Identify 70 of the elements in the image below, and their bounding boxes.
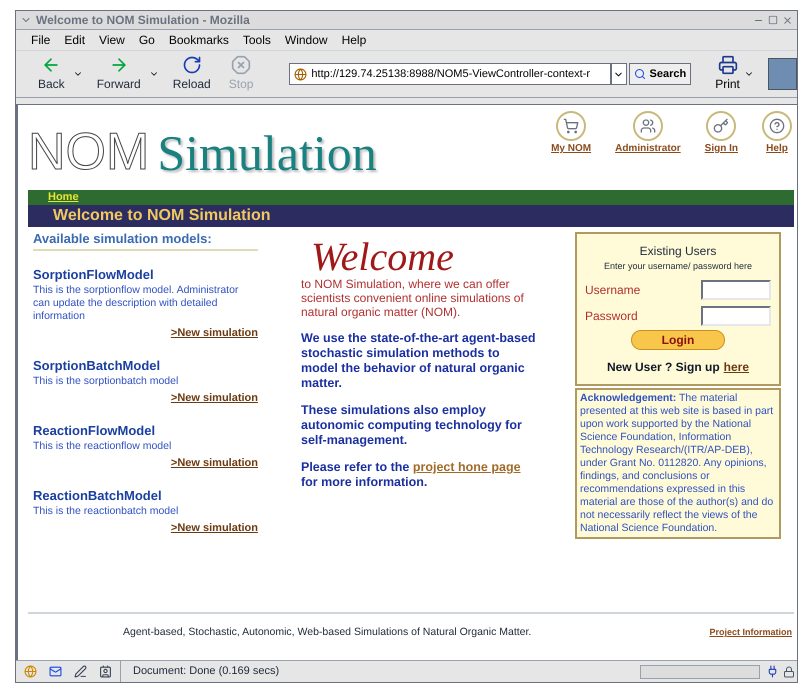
- search-button[interactable]: Search: [628, 63, 692, 85]
- menu-item[interactable]: Edit: [64, 31, 86, 49]
- address-field[interactable]: http://129.74.25138:8988/NOM5-ViewController-context-r: [289, 63, 611, 85]
- help-icon: [762, 111, 792, 141]
- login-title: Existing Users: [640, 243, 716, 260]
- project-information-link[interactable]: Project Information: [709, 626, 792, 640]
- new-simulation-link[interactable]: >New simulation: [170, 455, 258, 472]
- address-book-icon[interactable]: [99, 665, 112, 678]
- menu-item[interactable]: View: [99, 31, 125, 49]
- field-label: Password: [585, 308, 638, 324]
- connection-icon: [766, 665, 779, 678]
- logo-outline-text: NOM: [28, 126, 150, 178]
- maximize-icon[interactable]: [768, 15, 778, 25]
- info-paragraph: We use the state-of-the-art agent-based stochastic simulation methods to model the behavior of natural organic matter.: [301, 331, 537, 391]
- nav-link[interactable]: Help: [762, 111, 792, 156]
- toolbar-button[interactable]: Reload: [168, 55, 215, 93]
- lock-icon: [783, 666, 795, 678]
- menu-item[interactable]: Window: [284, 31, 328, 49]
- field-label: Username: [585, 282, 640, 298]
- nav-link[interactable]: My NOM: [551, 111, 592, 156]
- toolbar-button[interactable]: Back: [34, 55, 69, 93]
- footer-tagline: Agent-based, Stochastic, Autonomic, Web-based Simulations of Natural Organic Matter.: [123, 625, 532, 640]
- close-icon[interactable]: [782, 14, 793, 26]
- window-title: Welcome to NOM Simulation - Mozilla: [36, 12, 250, 29]
- nav-link[interactable]: Sign In: [704, 111, 738, 156]
- page-icon: [294, 68, 308, 80]
- home-link[interactable]: Home: [48, 189, 79, 206]
- composer-icon[interactable]: [74, 665, 87, 678]
- cart-icon: [556, 111, 586, 141]
- input-field[interactable]: [701, 306, 771, 326]
- model-description: This is the sorptionbatch model: [33, 375, 180, 388]
- new-simulation-link[interactable]: >New simulation: [170, 325, 258, 342]
- model-name: ReactionFlowModel: [33, 422, 156, 440]
- nav-link[interactable]: Administrator: [615, 111, 681, 156]
- project-home-link[interactable]: project hone page: [412, 460, 521, 474]
- status-text: Document: Done (0.169 secs): [132, 664, 280, 680]
- model-description: This is the reactionbatch model: [33, 505, 180, 518]
- menu-item[interactable]: Bookmarks: [168, 31, 229, 49]
- model-name: SorptionFlowModel: [33, 266, 155, 284]
- mail-icon[interactable]: [49, 665, 62, 678]
- intro-text: to NOM Simulation, where we can offer scientists convenient online simulations of natural organic matter (NOM).: [301, 277, 525, 319]
- welcome-heading: Welcome: [310, 237, 455, 277]
- model-name: ReactionBatchModel: [33, 486, 163, 504]
- print-button[interactable]: Print: [715, 55, 740, 93]
- search-icon: [634, 68, 646, 80]
- model-name: SorptionBatchModel: [33, 356, 162, 375]
- signup-text: New User ? Sign up: [606, 358, 720, 376]
- login-button[interactable]: Login: [631, 330, 725, 350]
- new-simulation-link[interactable]: >New simulation: [170, 390, 258, 406]
- menu-item[interactable]: File: [31, 31, 50, 49]
- info-paragraph: These simulations also employ autonomic computing technology for self-management.: [301, 403, 523, 448]
- menu-item[interactable]: Go: [138, 31, 155, 49]
- toolbar-button[interactable]: Forward: [92, 55, 145, 93]
- input-field[interactable]: [701, 280, 771, 300]
- logo-title: Simulation: [157, 128, 377, 178]
- signup-link[interactable]: here: [724, 358, 750, 376]
- section-heading: Available simulation models:: [33, 229, 258, 250]
- printer-icon: [718, 55, 738, 75]
- people-icon: [632, 111, 663, 141]
- acknowledgement-text: Acknowledgement: The material presented at this web site is based in part upon work supported by the National Science Foundation, Information Technology Research/(ITR/AP-DEB), under Grant No. 0112820. Any opinions, findings, and conclusions or recommendations expressed in this material are those of the author(s) and do not necessarily reflect the views of the National Science Foundation.: [580, 392, 774, 534]
- menu-item[interactable]: Tools: [242, 31, 271, 49]
- login-subtitle: Enter your username/ password here: [604, 260, 752, 273]
- address-dropdown[interactable]: [610, 63, 627, 85]
- new-simulation-link[interactable]: >New simulation: [170, 520, 258, 536]
- menu-item[interactable]: Help: [342, 31, 366, 49]
- info-paragraph: Please refer to the project hone page for more information.: [301, 460, 522, 490]
- key-icon: [706, 111, 736, 141]
- model-description: This is the sorptionflow model. Administrator can update the description with detailed information: [33, 284, 240, 323]
- banner-title: Welcome to NOM Simulation: [53, 206, 270, 226]
- model-description: This is the reactionflow model: [33, 440, 172, 453]
